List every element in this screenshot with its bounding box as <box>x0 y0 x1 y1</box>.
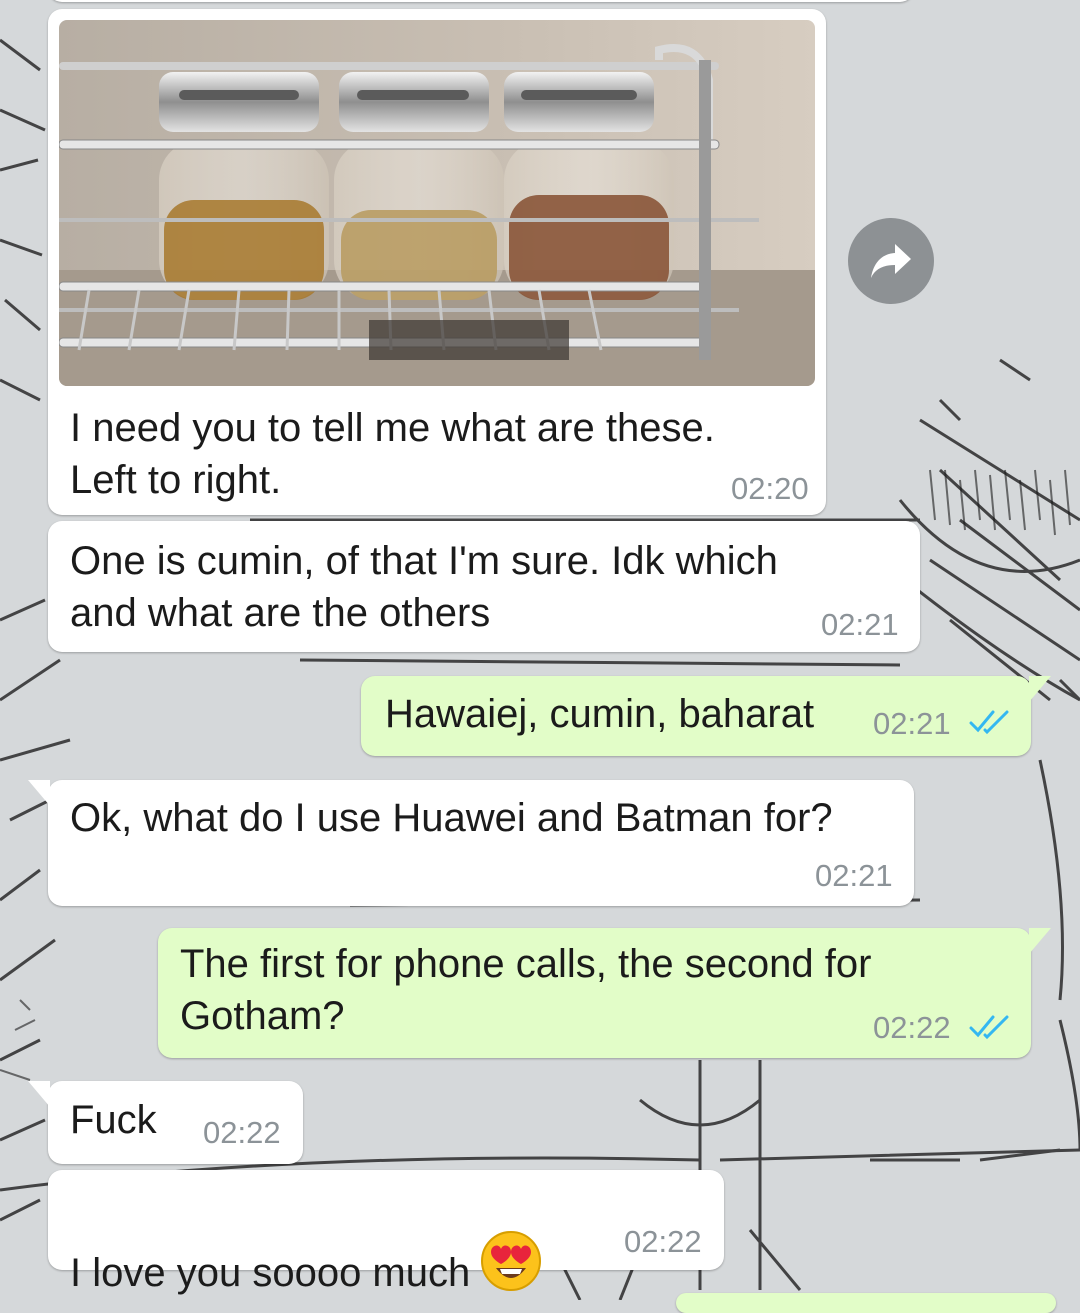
read-receipt-double-check-icon <box>969 1015 1009 1040</box>
message-timestamp: 02:21 <box>873 706 951 741</box>
read-receipt-double-check-icon <box>969 710 1009 735</box>
message-timestamp: 02:21 <box>815 858 893 893</box>
message-bubble-outgoing[interactable]: Hawaiej, cumin, baharat 02:21 <box>361 676 1051 756</box>
message-text: I need you to tell me what are these. Le… <box>70 406 715 502</box>
message-bubble-incoming[interactable]: I love you soooo much 02:22 <box>48 1170 724 1295</box>
message-bubble-incoming[interactable]: I need you to tell me what are these. Le… <box>48 9 826 515</box>
heart-eyes-emoji-icon <box>480 1230 542 1305</box>
message-text: One is cumin, of that I'm sure. Idk whic… <box>70 539 778 635</box>
shared-photo-spice-jars[interactable] <box>59 20 815 386</box>
message-text: Ok, what do I use Huawei and Batman for? <box>70 796 833 840</box>
next-message-bubble-partial <box>676 1293 1056 1313</box>
message-text: Fuck <box>70 1098 157 1142</box>
message-timestamp: 02:22 <box>624 1224 702 1259</box>
forward-button[interactable] <box>848 218 934 304</box>
message-timestamp: 02:20 <box>731 471 809 506</box>
message-timestamp: 02:21 <box>821 607 899 642</box>
message-text: Hawaiej, cumin, baharat <box>385 692 815 736</box>
message-bubble-incoming[interactable]: Fuck 02:22 <box>28 1081 303 1164</box>
message-bubble-incoming[interactable]: Ok, what do I use Huawei and Batman for?… <box>28 780 914 906</box>
message-timestamp: 02:22 <box>203 1115 281 1150</box>
previous-message-bubble-partial <box>48 0 914 2</box>
message-bubble-outgoing[interactable]: The first for phone calls, the second fo… <box>158 928 1051 1058</box>
message-text-content: I love you soooo much <box>70 1251 471 1296</box>
message-text: I love you soooo much <box>70 1186 542 1313</box>
forward-arrow-icon <box>871 244 911 278</box>
message-bubble-incoming[interactable]: One is cumin, of that I'm sure. Idk whic… <box>48 521 920 652</box>
message-timestamp: 02:22 <box>873 1010 951 1045</box>
message-text: The first for phone calls, the second fo… <box>180 942 872 1038</box>
